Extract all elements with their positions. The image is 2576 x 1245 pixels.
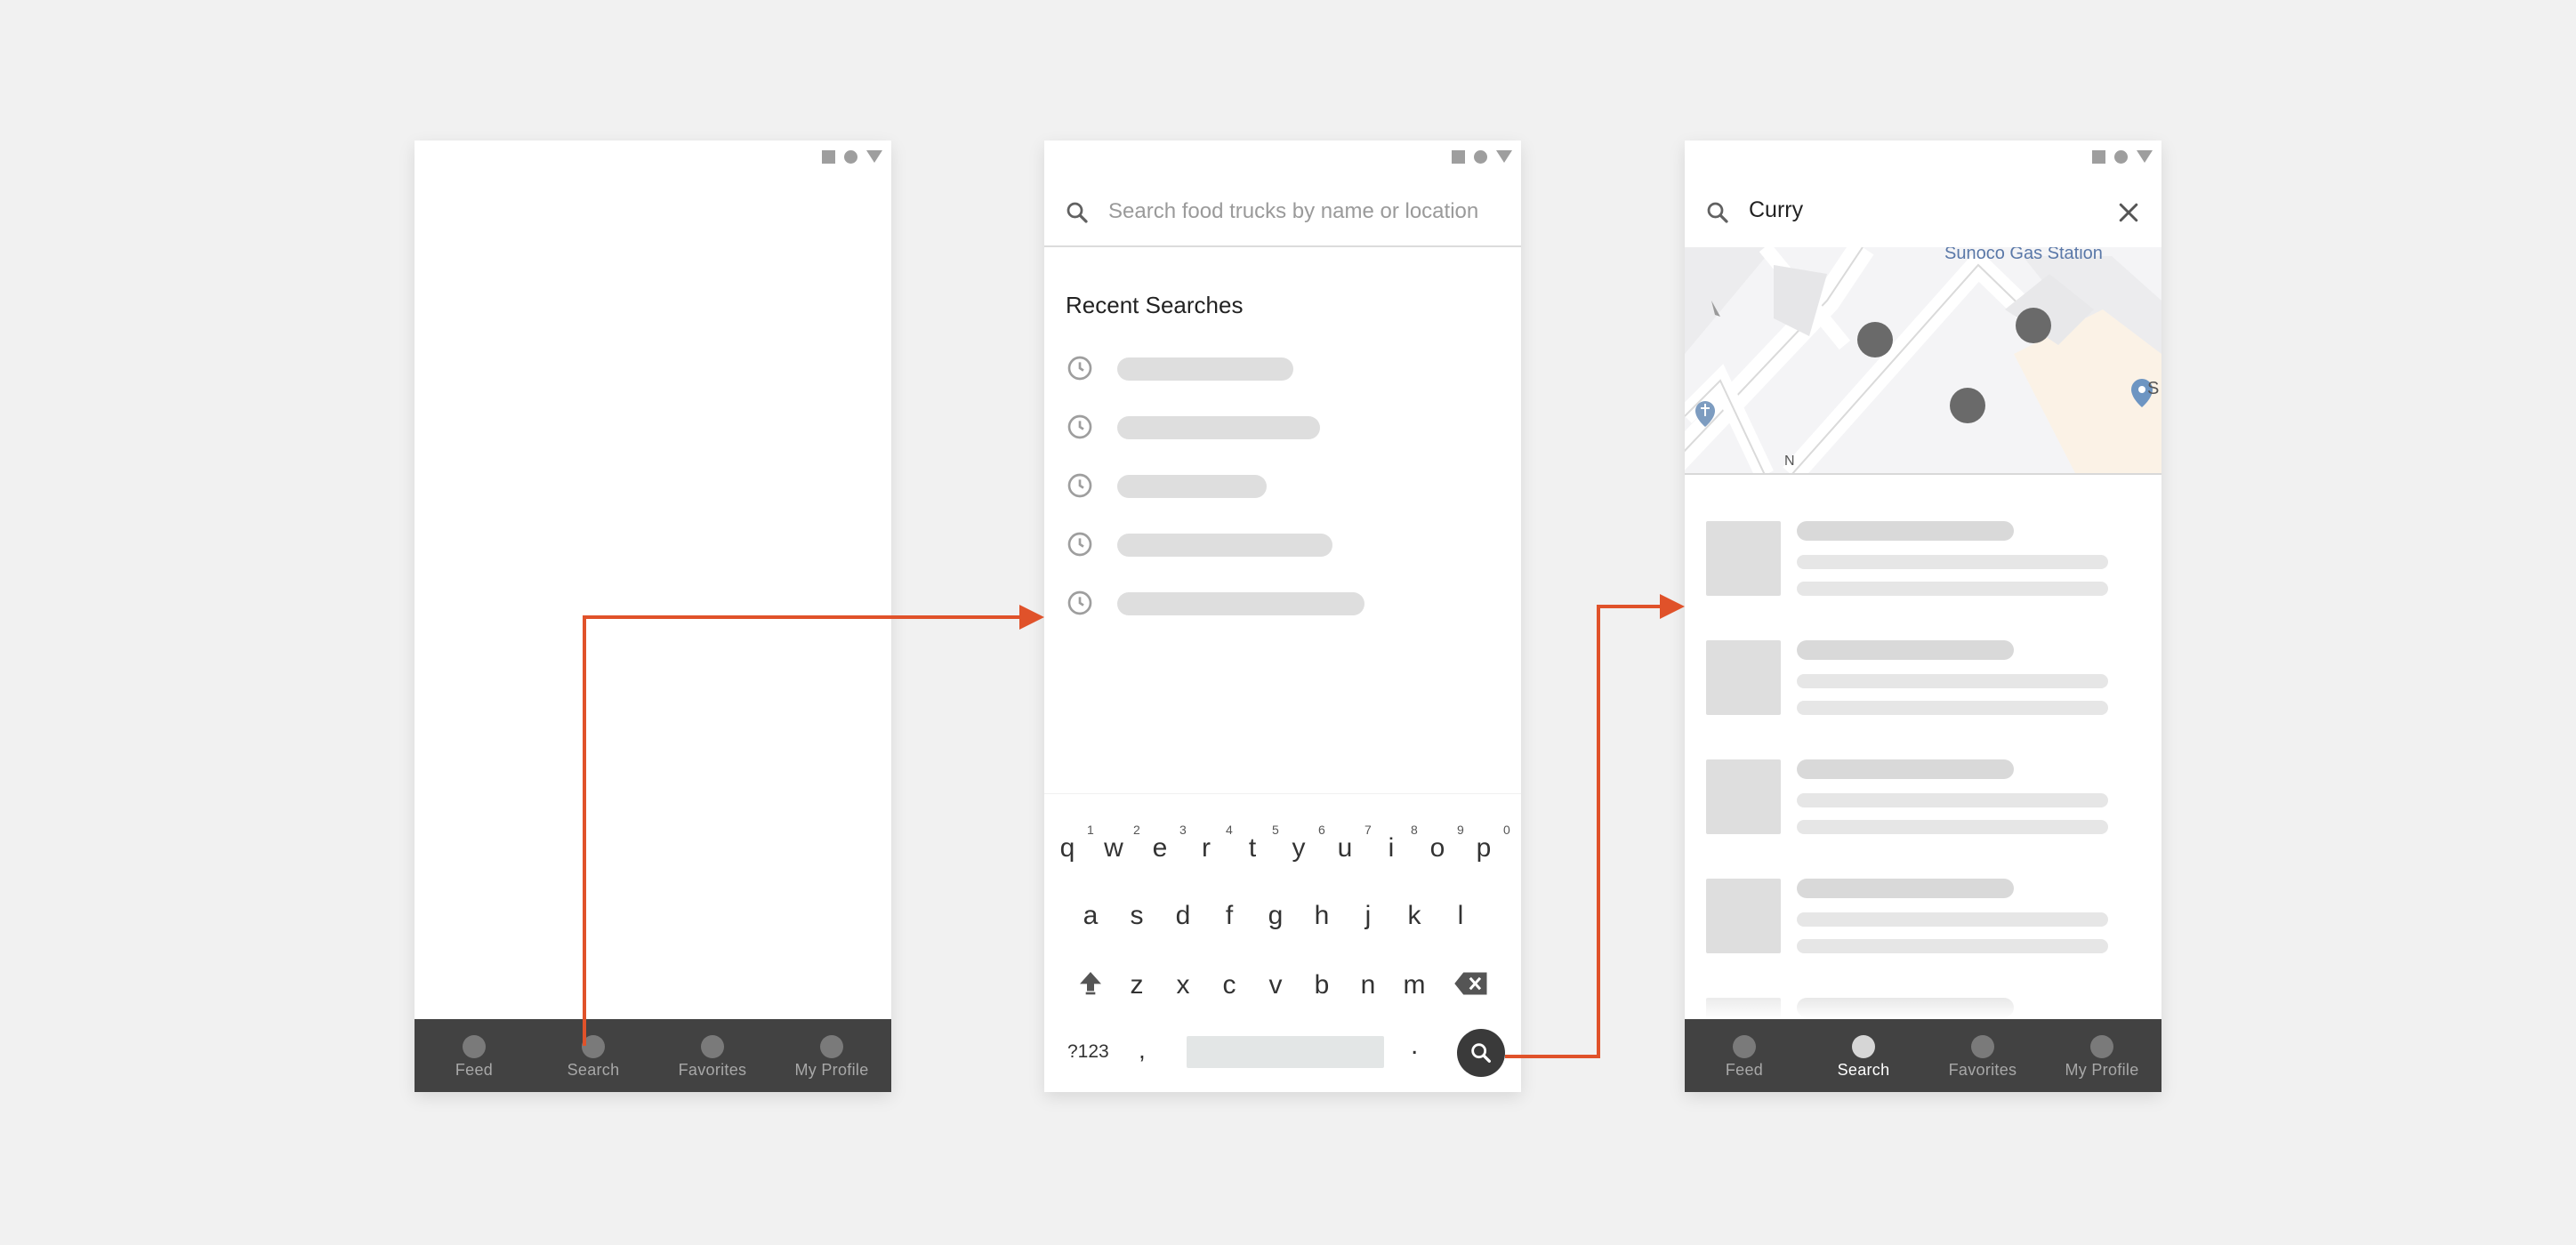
flow-arrow-search-submit [1505,605,1662,1058]
arrowhead-icon [1019,605,1044,630]
flow-arrows [583,594,1685,1058]
arrowhead-icon [1660,594,1685,619]
flow-arrow-search-tab [583,615,1021,1046]
